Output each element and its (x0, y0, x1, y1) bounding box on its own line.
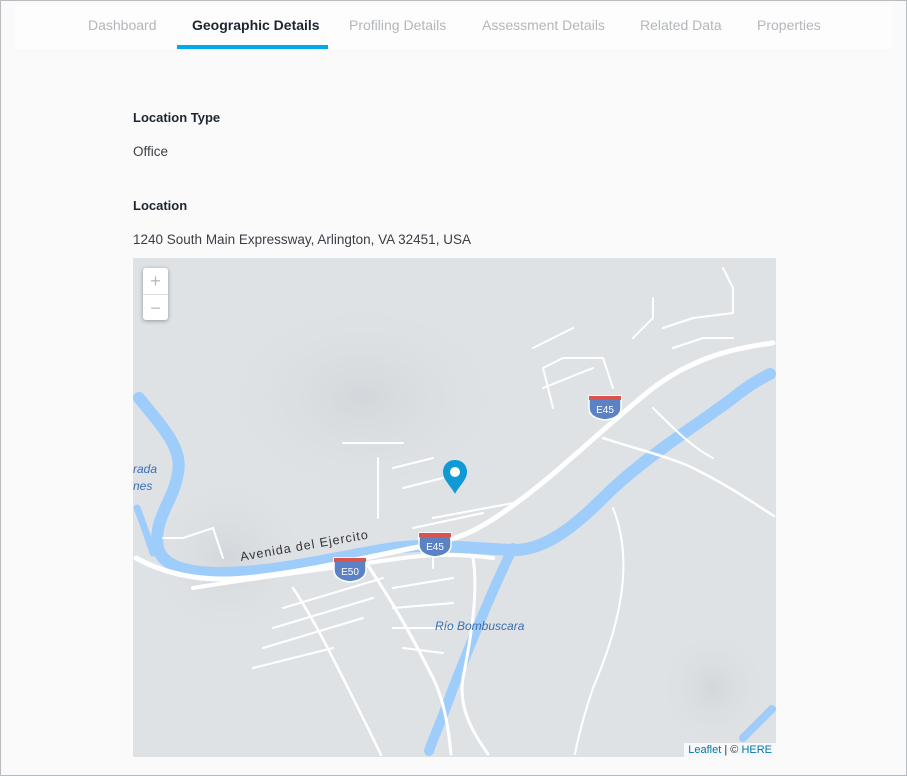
active-tab-indicator (177, 45, 328, 49)
svg-text:E45: E45 (426, 542, 444, 553)
highway-shield: E45 (418, 532, 452, 558)
here-link[interactable]: HERE (741, 744, 772, 756)
tab-assessment-details[interactable]: Assessment Details (482, 17, 605, 33)
highway-shield: E50 (333, 557, 367, 583)
tab-geographic-details[interactable]: Geographic Details (192, 17, 320, 33)
place-label: rada (133, 462, 157, 476)
leaflet-link[interactable]: Leaflet (688, 744, 721, 756)
location-map[interactable]: E45 E45 E50 Avenida del Ejercito Río Bom… (133, 258, 776, 757)
svg-text:E50: E50 (341, 567, 359, 578)
location-type-value: Office (133, 144, 169, 159)
highway-shield: E45 (588, 395, 622, 421)
zoom-control: + − (143, 268, 168, 320)
tab-dashboard[interactable]: Dashboard (88, 17, 157, 33)
place-label: nes (133, 479, 152, 493)
location-type-label: Location Type (133, 110, 221, 125)
zoom-out-button[interactable]: − (143, 295, 168, 321)
map-tiles: E45 E45 E50 Avenida del Ejercito Río Bom… (133, 267, 776, 757)
river-label: Río Bombuscara (435, 619, 525, 633)
tab-related-data[interactable]: Related Data (640, 17, 722, 33)
attribution-separator: | © (721, 744, 742, 756)
svg-text:E45: E45 (596, 405, 614, 416)
tab-bar: Dashboard Geographic Details Profiling D… (15, 5, 892, 49)
tab-profiling-details[interactable]: Profiling Details (349, 17, 446, 33)
map-attribution: Leaflet | © HERE (684, 743, 776, 757)
location-value: 1240 South Main Expressway, Arlington, V… (133, 232, 471, 247)
zoom-in-button[interactable]: + (143, 268, 168, 295)
location-label: Location (133, 198, 188, 213)
tab-properties[interactable]: Properties (757, 17, 821, 33)
